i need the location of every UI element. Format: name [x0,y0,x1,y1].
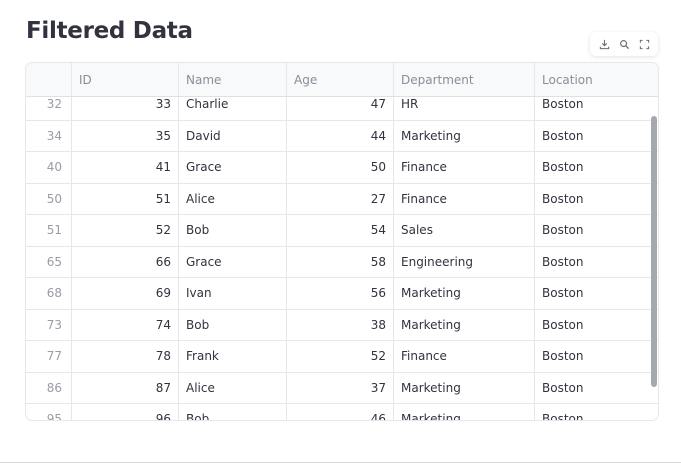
table-row[interactable]: 73 74 Bob 38 Marketing Boston [26,309,658,341]
location-cell[interactable]: Boston [535,341,658,372]
table-row[interactable]: 34 35 David 44 Marketing Boston [26,120,658,152]
table-row[interactable]: 68 69 Ivan 56 Marketing Boston [26,278,658,310]
department-cell[interactable]: Marketing [394,372,535,403]
id-cell[interactable]: 35 [72,120,179,151]
dataframe-toolbar [590,32,658,56]
name-cell[interactable]: David [179,120,287,151]
department-cell[interactable]: Finance [394,183,535,214]
row-index[interactable]: 68 [26,278,72,309]
table-row[interactable]: 65 66 Grace 58 Engineering Boston [26,246,658,278]
id-cell[interactable]: 69 [72,278,179,309]
search-icon[interactable] [617,37,631,51]
name-cell[interactable]: Alice [179,372,287,403]
table-row[interactable]: 50 51 Alice 27 Finance Boston [26,183,658,215]
table-row[interactable]: 95 96 Bob 46 Marketing Boston [26,404,658,420]
table-row[interactable]: 40 41 Grace 50 Finance Boston [26,152,658,184]
id-cell[interactable]: 66 [72,246,179,277]
location-cell[interactable]: Boston [535,152,658,183]
location-cell[interactable]: Boston [535,184,658,215]
department-cell[interactable]: Finance [394,152,535,183]
name-cell[interactable]: Ivan [179,278,287,309]
department-cell[interactable]: Engineering [394,246,535,277]
location-cell[interactable]: Boston [535,215,658,246]
age-cell[interactable]: 50 [287,152,394,183]
vertical-scrollbar[interactable] [650,96,658,420]
name-cell[interactable]: Bob [179,309,287,340]
id-column-header[interactable]: ID [72,63,179,96]
location-cell[interactable]: Boston [535,247,658,278]
table-row[interactable]: 51 52 Bob 54 Sales Boston [26,215,658,247]
scrollbar-thumb[interactable] [651,116,657,387]
divider [0,462,681,463]
location-cell[interactable]: Boston [535,373,658,404]
department-column-header[interactable]: Department [394,63,535,96]
download-icon[interactable] [597,37,611,51]
age-cell[interactable]: 37 [287,372,394,403]
name-cell[interactable]: Bob [179,215,287,246]
id-cell[interactable]: 74 [72,309,179,340]
id-cell[interactable]: 78 [72,341,179,372]
id-cell[interactable]: 41 [72,152,179,183]
location-column-header[interactable]: Location [535,63,658,96]
name-cell[interactable]: Frank [179,341,287,372]
age-cell[interactable]: 56 [287,278,394,309]
age-cell[interactable]: 44 [287,120,394,151]
location-cell[interactable]: Boston [535,121,658,152]
id-cell[interactable]: 96 [72,404,179,420]
row-index[interactable]: 77 [26,341,72,372]
row-index[interactable]: 34 [26,120,72,151]
location-cell[interactable]: Boston [535,278,658,309]
row-index[interactable]: 51 [26,215,72,246]
age-cell[interactable]: 54 [287,215,394,246]
row-index[interactable]: 86 [26,372,72,403]
department-cell[interactable]: Marketing [394,278,535,309]
id-cell[interactable]: 52 [72,215,179,246]
name-cell[interactable]: Alice [179,183,287,214]
age-cell[interactable]: 27 [287,183,394,214]
row-index[interactable]: 50 [26,183,72,214]
department-cell[interactable]: Finance [394,341,535,372]
id-cell[interactable]: 51 [72,183,179,214]
table-row[interactable]: 77 78 Frank 52 Finance Boston [26,341,658,373]
page-title: Filtered Data [26,18,193,44]
row-index[interactable]: 40 [26,152,72,183]
data-table[interactable]: ID Name Age Department Location 32 33 Char… [25,62,659,421]
department-cell[interactable]: Sales [394,215,535,246]
name-cell[interactable]: Bob [179,404,287,420]
age-cell[interactable]: 46 [287,404,394,420]
age-cell[interactable]: 38 [287,309,394,340]
row-index[interactable]: 95 [26,404,72,420]
age-column-header[interactable]: Age [287,63,394,96]
table-header: ID Name Age Department Location [26,63,658,97]
department-cell[interactable]: Marketing [394,309,535,340]
department-cell[interactable]: Marketing [394,120,535,151]
location-cell[interactable]: Boston [535,404,658,420]
name-column-header[interactable]: Name [179,63,287,96]
age-cell[interactable]: 58 [287,246,394,277]
row-index[interactable]: 65 [26,246,72,277]
index-column-header[interactable] [26,63,72,96]
row-index[interactable]: 73 [26,309,72,340]
table-row[interactable]: 86 87 Alice 37 Marketing Boston [26,372,658,404]
name-cell[interactable]: Grace [179,152,287,183]
department-cell[interactable]: Marketing [394,404,535,420]
name-cell[interactable]: Grace [179,246,287,277]
id-cell[interactable]: 87 [72,372,179,403]
fullscreen-icon[interactable] [637,37,651,51]
location-cell[interactable]: Boston [535,310,658,341]
age-cell[interactable]: 52 [287,341,394,372]
